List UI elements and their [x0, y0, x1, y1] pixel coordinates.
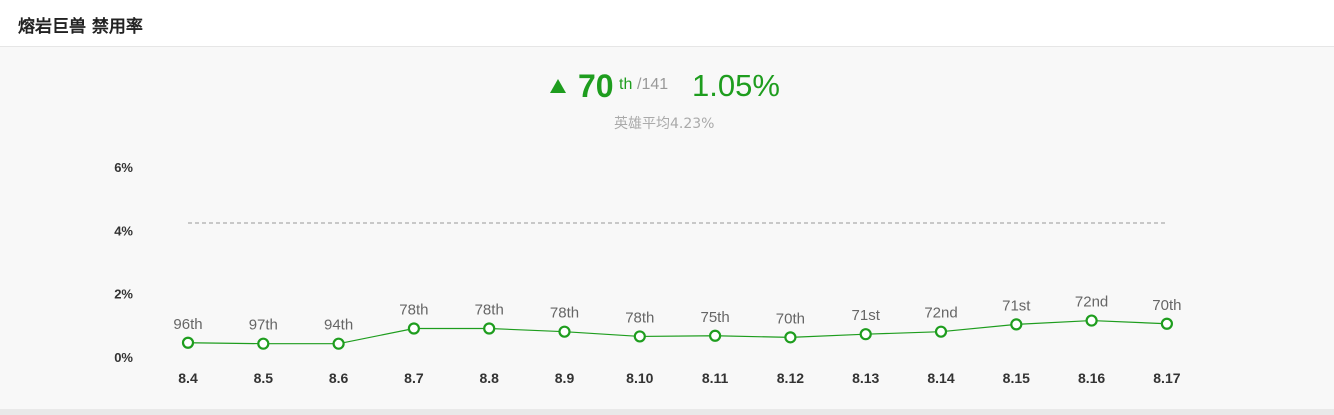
- x-tick-label: 8.14: [927, 370, 954, 386]
- x-tick-label: 8.13: [852, 370, 879, 386]
- data-label: 70th: [776, 310, 805, 327]
- x-tick-label: 8.16: [1078, 370, 1105, 386]
- x-tick-label: 8.17: [1153, 370, 1180, 386]
- data-point: [332, 337, 345, 350]
- y-tick-label: 2%: [114, 287, 133, 302]
- data-point: [407, 322, 420, 335]
- data-label: 78th: [475, 302, 504, 319]
- data-label: 72nd: [924, 305, 957, 322]
- data-point: [1085, 314, 1098, 327]
- x-tick-label: 8.10: [626, 370, 653, 386]
- data-point: [708, 329, 722, 342]
- x-tick-label: 8.12: [777, 370, 804, 386]
- data-label: 78th: [625, 309, 654, 326]
- y-tick-label: 0%: [114, 350, 133, 365]
- data-label: 96th: [173, 316, 202, 333]
- x-tick-label: 8.11: [702, 370, 729, 386]
- x-tick-label: 8.6: [329, 370, 349, 386]
- data-point: [784, 331, 797, 344]
- ban-rate-line-chart: 0% 2% 4% 6% 8.4 8.5 8.6 8.7 8.8 8.9 8.10 8.11 8.12 8.…: [114, 160, 1181, 386]
- data-point: [483, 322, 496, 335]
- data-label: 71st: [852, 307, 881, 324]
- y-tick-label: 6%: [114, 160, 133, 175]
- y-tick-label: 4%: [114, 223, 133, 238]
- data-label: 75th: [700, 309, 729, 326]
- data-label: 78th: [550, 305, 579, 322]
- data-point: [934, 325, 948, 338]
- data-label: 72nd: [1075, 294, 1108, 311]
- data-point: [558, 325, 571, 338]
- data-point: [1160, 317, 1174, 330]
- data-point: [1010, 318, 1023, 331]
- x-tick-label: 8.5: [254, 370, 274, 386]
- data-point: [181, 336, 195, 349]
- x-tick-label: 8.8: [479, 370, 499, 386]
- x-tick-label: 8.15: [1003, 370, 1030, 386]
- data-point: [859, 328, 872, 341]
- x-tick-label: 8.9: [555, 370, 575, 386]
- data-label: 97th: [249, 317, 278, 334]
- data-label: 71st: [1002, 297, 1031, 314]
- x-tick-label: 8.4: [178, 370, 198, 386]
- data-point: [633, 330, 646, 343]
- data-label: 94th: [324, 317, 353, 334]
- data-label: 78th: [399, 302, 428, 319]
- data-label: 70th: [1152, 297, 1181, 314]
- data-point: [257, 337, 270, 350]
- x-tick-label: 8.7: [404, 370, 424, 386]
